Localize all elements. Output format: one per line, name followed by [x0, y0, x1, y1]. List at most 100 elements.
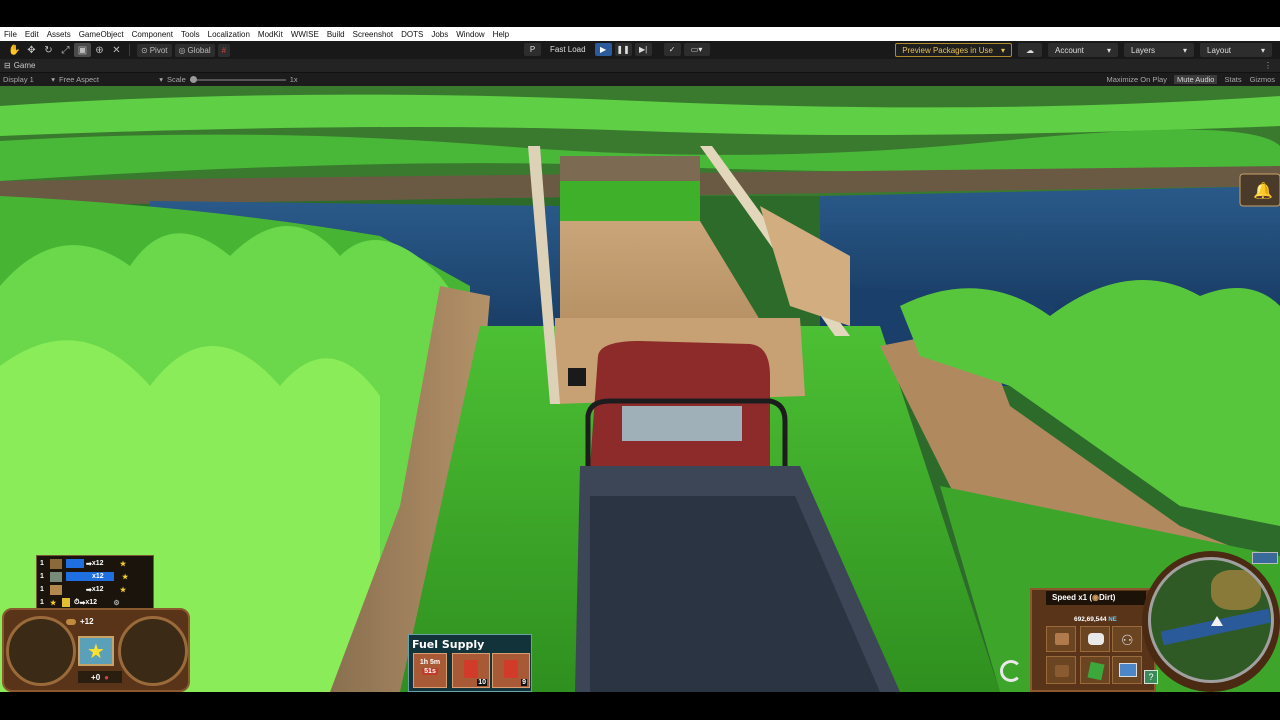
p-button[interactable]: P [524, 43, 541, 56]
hand-tool-icon[interactable]: ✋ [6, 43, 23, 57]
check-button[interactable]: ✓ [663, 43, 681, 56]
display-dropdown[interactable]: Display 1 ▾ [3, 75, 55, 84]
center-star-button[interactable]: ★ [78, 636, 114, 666]
cloud-button[interactable]: ☁ [1018, 43, 1042, 57]
screen-dropdown[interactable]: ▭▾ [683, 43, 710, 56]
resource-row[interactable]: 1 x12 ★ [40, 570, 128, 583]
resource-multiplier: x12 [92, 573, 104, 580]
menu-file[interactable]: File [0, 30, 21, 39]
minimap-toggle-button[interactable] [1252, 552, 1278, 564]
scale-tool-icon[interactable]: ⤢ [57, 43, 74, 57]
menu-dots[interactable]: DOTS [397, 30, 427, 39]
menu-modkit[interactable]: ModKit [254, 30, 287, 39]
play-button[interactable]: ▶ [594, 43, 612, 56]
app-root: File Edit Assets GameObject Component To… [0, 0, 1280, 720]
menu-localization[interactable]: Localization [204, 30, 254, 39]
custom-tool-icon[interactable]: ✕ [108, 43, 125, 57]
info-button[interactable] [1046, 656, 1076, 684]
inventory-icon [1055, 665, 1069, 677]
account-dropdown[interactable]: Account ▾ [1048, 43, 1118, 57]
info-button[interactable] [1046, 626, 1076, 652]
star-icon: ★ [50, 599, 57, 607]
rotate-tool-icon[interactable]: ↻ [40, 43, 57, 57]
account-label: Account [1055, 45, 1084, 55]
wood-bonus-value: +12 [80, 617, 94, 626]
screen-icon: ▭▾ [690, 45, 703, 54]
pause-icon: ❚❚ [616, 45, 630, 54]
info-button[interactable]: ⚇ [1112, 626, 1142, 652]
resource-icon [50, 571, 62, 582]
menu-help[interactable]: Help [489, 30, 513, 39]
info-button[interactable] [1112, 656, 1142, 684]
menu-component[interactable]: Component [128, 30, 177, 39]
speed-text: Speed x1 ( [1052, 593, 1093, 602]
fuel-slot[interactable]: 10 [452, 653, 490, 688]
info-button[interactable] [1080, 656, 1110, 684]
menu-wwise[interactable]: WWISE [287, 30, 323, 39]
image-icon [1119, 663, 1137, 677]
menu-jobs[interactable]: Jobs [427, 30, 452, 39]
minimap-icon[interactable] [1148, 557, 1274, 683]
layers-dropdown[interactable]: Layers ▾ [1124, 43, 1194, 57]
pivot-toggle[interactable]: ⊙ Pivot [137, 43, 172, 57]
move-tool-icon[interactable]: ✥ [23, 43, 40, 57]
game-tab-row: ⊟ Game ⋮ [0, 59, 1280, 73]
menu-assets[interactable]: Assets [43, 30, 75, 39]
people-icon: ⚇ [1121, 632, 1134, 648]
rect-tool-icon[interactable]: ▣ [74, 43, 91, 57]
action-panel-left-circle[interactable] [6, 616, 76, 686]
layout-dropdown[interactable]: Layout ▾ [1200, 43, 1272, 57]
truck-window [622, 406, 742, 441]
fast-load-label[interactable]: Fast Load [550, 45, 586, 54]
resource-multiplier: x12 [91, 560, 104, 567]
menu-screenshot[interactable]: Screenshot [349, 30, 397, 39]
fuel-slot-timer[interactable]: 1h 5m 51s [413, 653, 447, 688]
speed-label: Speed x1 (◉Dirt) [1052, 593, 1115, 602]
star-icon: ★ [122, 573, 129, 581]
play-icon: ▶ [600, 45, 607, 54]
info-button[interactable] [1080, 626, 1110, 652]
menu-window[interactable]: Window [452, 30, 488, 39]
star-icon: ★ [119, 586, 127, 594]
menu-gameobject[interactable]: GameObject [75, 30, 128, 39]
maximize-on-play-toggle[interactable]: Maximize On Play [1106, 75, 1168, 84]
scale-slider-handle[interactable] [189, 75, 197, 83]
scale-slider[interactable] [189, 75, 286, 83]
action-panel-right-circle[interactable] [118, 616, 188, 686]
mute-audio-toggle[interactable]: Mute Audio [1173, 75, 1218, 84]
money-display: 692,69,544 NE [1074, 616, 1117, 623]
minimap-player-marker [1211, 616, 1223, 626]
transform-tool-icon[interactable]: ⊕ [91, 43, 108, 57]
global-toggle[interactable]: ◎ Global [174, 43, 215, 57]
chevron-down-icon: ▾ [1000, 45, 1005, 55]
grid-snap-button[interactable]: # [217, 43, 231, 57]
gizmos-toggle[interactable]: Gizmos [1249, 75, 1276, 84]
check-icon: ✓ [668, 45, 676, 54]
resource-row[interactable]: 1 ➡ x12 ★ [40, 583, 126, 596]
far-bank-wall [560, 156, 700, 181]
fuel-count: 10 [477, 679, 487, 686]
menu-tools[interactable]: Tools [177, 30, 204, 39]
help-icon[interactable]: ? [1144, 670, 1158, 684]
step-button[interactable]: ▶| [634, 43, 652, 56]
resource-icon [50, 558, 62, 569]
money-value: 692,69,544 [1074, 616, 1107, 623]
minimap-river [1160, 608, 1271, 646]
fuel-slot[interactable]: 9 [492, 653, 530, 688]
stats-toggle[interactable]: Stats [1223, 75, 1242, 84]
scale-value: 1x [289, 75, 298, 84]
tab-game[interactable]: Game [14, 61, 36, 70]
menu-edit[interactable]: Edit [21, 30, 43, 39]
preview-packages-button[interactable]: Preview Packages in Use ▾ [895, 43, 1012, 57]
currency-icon: NE [1108, 617, 1117, 623]
cargo-icon [1055, 633, 1069, 645]
aspect-label: Free Aspect [59, 75, 100, 84]
aspect-dropdown[interactable]: Free Aspect ▾ [59, 75, 163, 84]
step-icon: ▶| [638, 45, 648, 54]
resource-row[interactable]: 1 ➡ x12 ★ [40, 557, 126, 570]
game-tab-icon: ⊟ [4, 61, 11, 70]
pause-button[interactable]: ❚❚ [614, 43, 632, 56]
game-viewport[interactable]: 🔔 1 ➡ x12 ★ 1 x12 ★ 1 ➡ x12 ★ 1 ★ ⏱ ➡ x1… [0, 86, 1280, 692]
more-options-icon[interactable]: ⋮ [1264, 61, 1272, 70]
menu-build[interactable]: Build [323, 30, 349, 39]
